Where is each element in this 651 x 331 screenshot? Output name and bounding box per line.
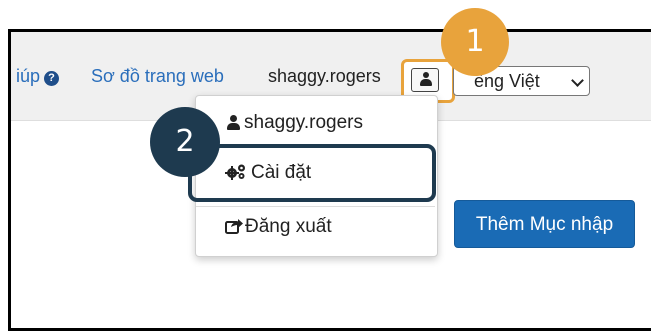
logout-label: Đăng xuất bbox=[245, 216, 332, 237]
callout-badge-1: 1 bbox=[441, 8, 509, 76]
add-entry-button[interactable]: Thêm Mục nhập bbox=[454, 200, 635, 248]
dropdown-item-logout[interactable]: Đăng xuất bbox=[225, 216, 332, 238]
user-icon bbox=[227, 115, 240, 130]
dropdown-item-username[interactable]: shaggy.rogers bbox=[227, 112, 363, 134]
dropdown-item-settings[interactable]: Cài đặt bbox=[225, 162, 311, 184]
sitemap-link[interactable]: Sơ đồ trang web bbox=[91, 66, 224, 87]
dropdown-username-label: shaggy.rogers bbox=[244, 112, 363, 133]
question-circle-icon: ? bbox=[44, 71, 60, 86]
dropdown-divider bbox=[196, 206, 435, 207]
chevron-down-icon bbox=[571, 74, 584, 87]
settings-label: Cài đặt bbox=[251, 162, 312, 183]
help-link-label: iúp bbox=[16, 66, 41, 86]
username-label: shaggy.rogers bbox=[268, 66, 381, 86]
share-square-icon bbox=[225, 219, 243, 234]
help-link[interactable]: iúp? bbox=[16, 66, 60, 87]
gears-icon bbox=[225, 164, 245, 180]
user-menu-button[interactable] bbox=[411, 68, 439, 92]
callout-badge-2: 2 bbox=[150, 107, 220, 177]
user-icon bbox=[420, 72, 432, 87]
